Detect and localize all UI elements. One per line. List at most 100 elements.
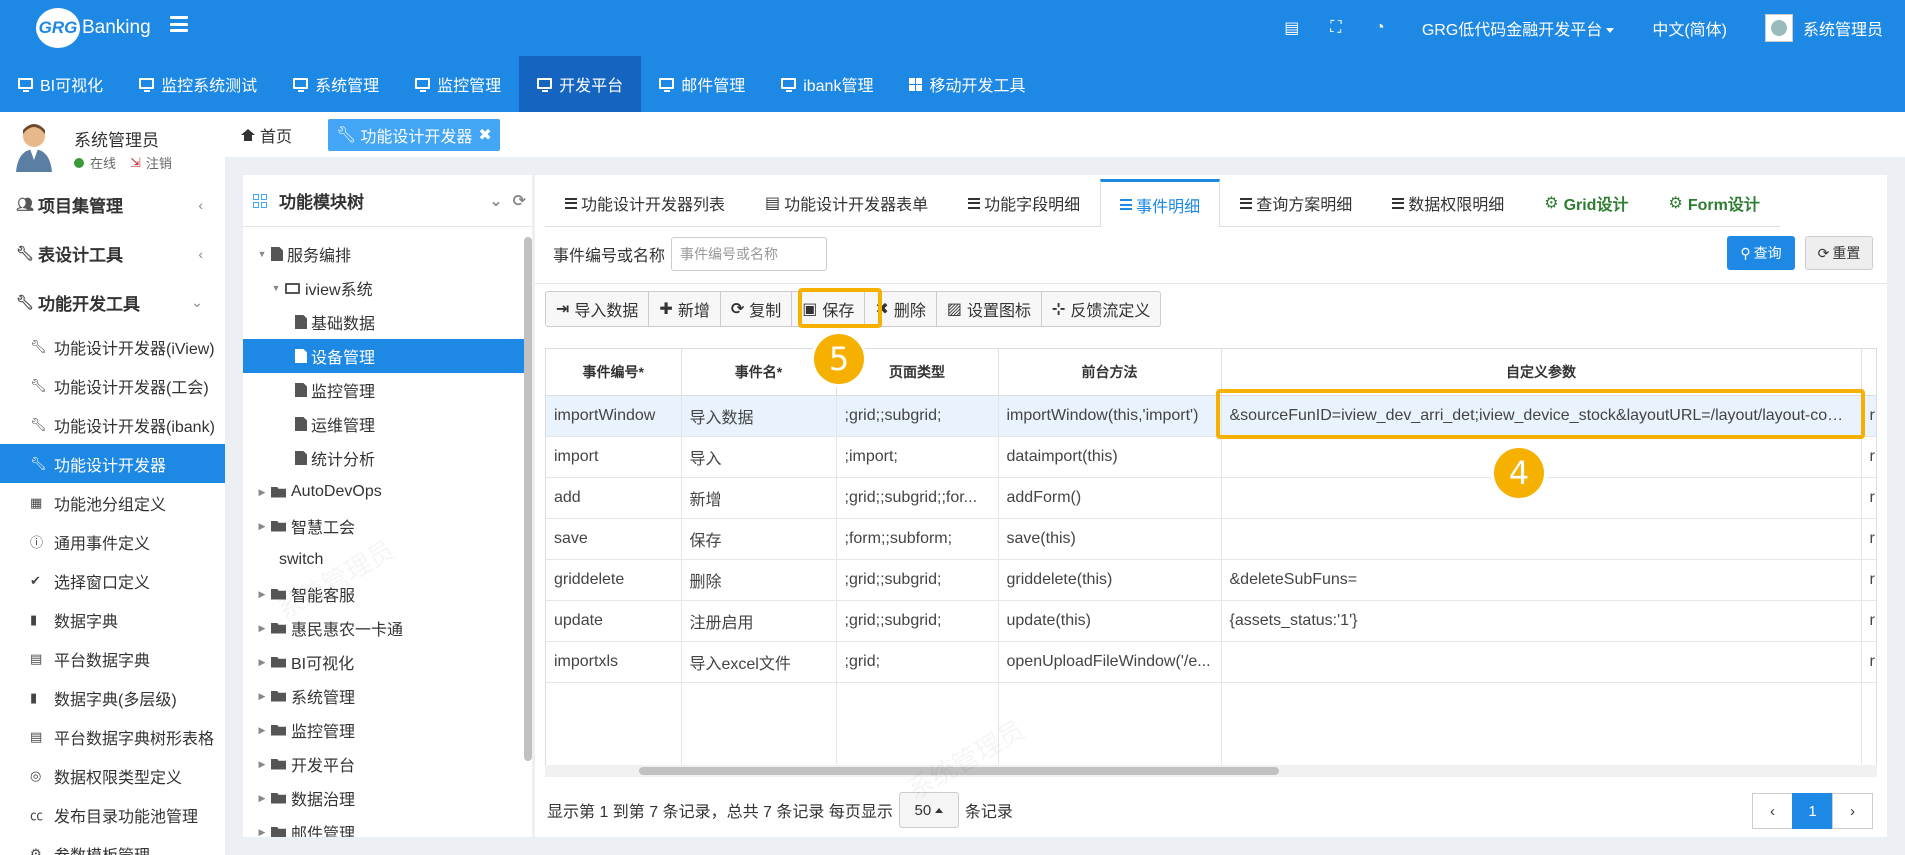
menu-toggle-icon[interactable] [170,16,188,32]
close-icon[interactable]: ✖ [478,125,491,145]
column-header[interactable]: 事件名* [681,349,837,396]
table-cell[interactable]: ;import; [836,436,999,478]
tree-node[interactable]: ▶ 邮件管理 [243,815,532,837]
sidebar-item[interactable]: ▮ 数据字典 [0,600,225,639]
sidebar-item[interactable]: ▤ 平台数据字典 [0,639,225,678]
caret-right-icon[interactable]: ▶ [255,657,269,668]
tab-home[interactable]: 首页 [241,123,292,147]
tree-node[interactable]: 设备管理 [243,339,532,373]
table-cell[interactable]: update(this) [998,600,1222,642]
tab-8[interactable]: ⚙ Form设计 [1648,179,1779,226]
caret-right-icon[interactable]: ▶ [255,691,269,702]
table-cell[interactable]: 导入 [681,436,837,478]
table-cell[interactable]: 保存 [681,518,837,560]
table-cell[interactable]: ;grid;;subgrid;;for... [836,477,999,519]
table-cell[interactable]: import [546,436,682,478]
nav-item-4[interactable]: 监控管理 [397,56,519,112]
caret-right-icon[interactable]: ▶ [255,793,269,804]
chevron-down-icon[interactable]: ⌄ [489,193,502,210]
table-cell[interactable]: &deleteSubFuns= [1221,559,1862,601]
search-input[interactable] [671,237,828,271]
table-cell[interactable]: ;grid;;subgrid; [836,559,999,601]
sidebar-item[interactable]: ㏄发布目录功能池管理 [0,795,225,834]
header-username[interactable]: 系统管理员 [1803,16,1883,40]
table-row[interactable]: griddelete 删除 ;grid;;subgrid; griddelete(th… [546,559,1876,601]
caret-right-icon[interactable]: ▶ [255,827,269,838]
table-cell[interactable]: 导入数据 [681,395,837,437]
tree-node[interactable]: switch [243,543,532,577]
copy-button[interactable]: ⟳ 复制 [721,292,793,326]
table-cell[interactable]: ;grid;;subgrid; [836,395,999,437]
caret-right-icon[interactable]: ▶ [255,589,269,600]
feedback-flow-button[interactable]: ⊹ 反馈流定义 [1042,292,1160,326]
table-cell[interactable] [1221,518,1862,560]
table-cell[interactable]: r [1861,559,1876,601]
sidebar-item[interactable]: ◎ 数据权限类型定义 [0,756,225,795]
tab-1[interactable]: 功能设计开发器列表 [545,179,745,226]
column-header[interactable]: 前台方法 [998,349,1222,396]
table-cell[interactable]: r [1861,600,1876,642]
tree-scrollbar[interactable] [524,237,532,761]
sidebar-group[interactable]: 👥︎ 项目集管理 ‹ [0,180,225,229]
tree-node[interactable]: 监控管理 [243,373,532,407]
tree-node[interactable]: ▼ 服务编排 [243,237,532,271]
caret-down-icon[interactable]: ▼ [255,249,269,259]
nav-item-5[interactable]: 开发平台 [519,56,642,112]
table-cell[interactable]: importWindow [546,395,682,437]
tree-node[interactable]: ▶ 数据治理 [243,781,532,815]
table-cell[interactable]: griddelete [546,559,682,601]
table-row[interactable]: add 新增 ;grid;;subgrid;;for... addForm() r [546,477,1876,519]
table-cell[interactable]: 删除 [681,559,837,601]
table-row[interactable]: save 保存 ;form;;subform; save(this) r [546,518,1876,560]
caret-right-icon[interactable]: ▶ [255,623,269,634]
table-cell[interactable]: save(this) [998,518,1222,560]
page-1-button[interactable]: 1 [1792,793,1833,829]
table-row[interactable]: update 注册启用 ;grid;;subgrid; update(this) {as… [546,600,1876,642]
document-icon[interactable]: ▤ [1270,18,1314,38]
prev-page-button[interactable]: ‹ [1752,793,1793,829]
sidebar-item[interactable]: ▦ 功能池分组定义 [0,483,225,522]
sidebar-item[interactable]: 🔧︎ 功能设计开发器(iView) [0,327,225,366]
tab-current[interactable]: 🔧︎ 功能设计开发器 ✖ [328,118,500,151]
sidebar-item[interactable]: ✔ 选择窗口定义 [0,561,225,600]
table-cell[interactable]: ;grid;;subgrid; [836,600,999,642]
table-cell[interactable] [1221,641,1862,683]
table-cell[interactable]: ;grid; [836,641,999,683]
tree-node[interactable]: ▶ BI可视化 [243,645,532,679]
table-cell[interactable]: dataimport(this) [998,436,1222,478]
tab-5[interactable]: 查询方案明细 [1220,179,1372,226]
caret-right-icon[interactable]: ▶ [255,487,269,498]
caret-right-icon[interactable]: ▶ [255,521,269,532]
table-cell[interactable]: openUploadFileWindow('/e... [998,641,1222,683]
caret-down-icon[interactable]: ▼ [269,283,283,293]
next-page-button[interactable]: › [1832,793,1873,829]
sidebar-item[interactable]: 🔧︎ 功能设计开发器(ibank) [0,405,225,444]
tree-node[interactable]: ▶ 智慧工会 [243,509,532,543]
tree-node[interactable]: ▶ 智能客服 [243,577,532,611]
table-cell[interactable]: r [1861,436,1876,478]
table-cell[interactable]: 导入excel文件 [681,641,837,683]
tree-node[interactable]: 基础数据 [243,305,532,339]
table-cell[interactable]: add [546,477,682,519]
nav-item-3[interactable]: 系统管理 [275,56,397,112]
query-button[interactable]: ⚲ 查询 [1727,236,1795,270]
table-cell[interactable]: update [546,600,682,642]
tree-node[interactable]: 统计分析 [243,441,532,475]
sidebar-item[interactable]: ▤ 平台数据字典树形表格 [0,717,225,756]
column-header[interactable]: 事件编号* [546,349,682,396]
tab-4[interactable]: 事件明细 [1100,179,1221,227]
tab-6[interactable]: 数据权限明细 [1372,179,1524,226]
tree-node[interactable]: ▶ 系统管理 [243,679,532,713]
nav-item-6[interactable]: 邮件管理 [641,56,763,112]
sidebar-group[interactable]: 🔧︎ 功能开发工具 ⌄ [0,278,225,327]
table-cell[interactable]: griddelete(this) [998,559,1222,601]
tree-node[interactable]: ▶ 开发平台 [243,747,532,781]
nav-item-2[interactable]: 监控系统测试 [121,56,275,112]
page-size-select[interactable]: 50 [898,792,959,828]
table-cell[interactable]: {assets_status:'1'} [1221,600,1862,642]
table-row[interactable]: importxls 导入excel文件 ;grid; openUploadFileWi… [546,641,1876,683]
tree-node[interactable]: ▼ iview系统 [243,271,532,305]
sidebar-group[interactable]: 🔧︎ 表设计工具 ‹ [0,229,225,278]
tab-3[interactable]: 功能字段明细 [948,179,1100,226]
dashboard-icon[interactable]: ◔ [1358,19,1402,37]
